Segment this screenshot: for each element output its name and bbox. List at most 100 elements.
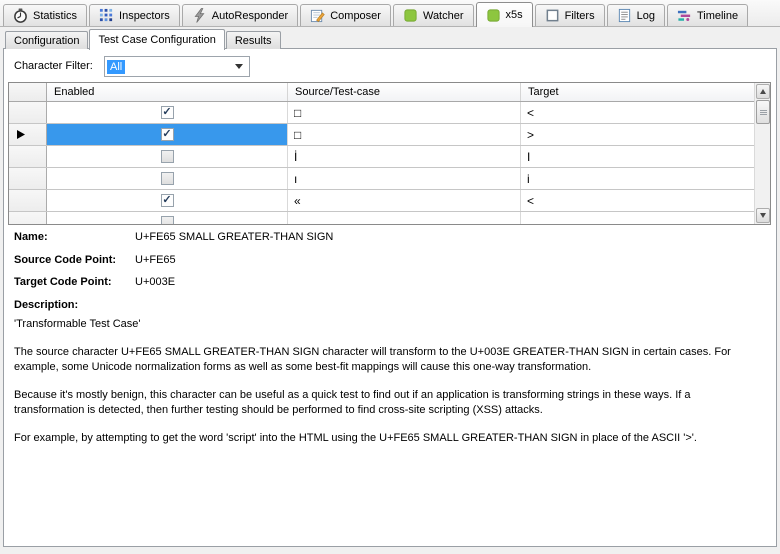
name-label: Name: (14, 230, 135, 244)
sub-tab-bar: ConfigurationTest Case ConfigurationResu… (5, 28, 282, 49)
scroll-up-button[interactable] (756, 84, 770, 99)
tab-watcher[interactable]: Watcher (393, 4, 474, 26)
target-code-point-row: Target Code Point:U+003E (14, 275, 175, 289)
enabled-checkbox[interactable] (161, 216, 174, 225)
target-cell: > (521, 124, 754, 145)
source-cell: « (288, 190, 521, 211)
checkbox-icon (545, 8, 560, 23)
description-paragraph: The source character U+FE65 SMALL GREATE… (14, 345, 762, 375)
enabled-checkbox[interactable] (161, 172, 174, 185)
tab-filters[interactable]: Filters (535, 4, 605, 26)
description-paragraph: Because it's mostly benign, this charact… (14, 388, 762, 418)
tab-label: Log (637, 10, 655, 22)
character-filter-value: All (107, 60, 125, 74)
target-column-header[interactable]: Target (521, 83, 754, 101)
enabled-cell[interactable]: ✓ (47, 102, 288, 123)
target-cell: < (521, 190, 754, 211)
enabled-cell[interactable] (47, 168, 288, 189)
table-row[interactable]: İI (9, 146, 770, 168)
scroll-down-button[interactable] (756, 208, 770, 223)
tab-label: Filters (565, 10, 595, 22)
enabled-cell[interactable]: ✓ (47, 190, 288, 211)
timeline-icon (677, 8, 692, 23)
target-cell: I (521, 146, 754, 167)
test-case-table: Enabled Source/Test-case Target ✓□<✓□>İI… (8, 82, 771, 225)
source-code-point-label: Source Code Point: (14, 253, 135, 267)
enabled-cell[interactable] (47, 146, 288, 167)
source-code-point-value: U+FE65 (135, 254, 176, 266)
subtab-configuration[interactable]: Configuration (5, 31, 88, 49)
enabled-checkbox[interactable]: ✓ (161, 128, 174, 141)
source-cell: ı (288, 168, 521, 189)
x5s-page: ConfigurationTest Case ConfigurationResu… (0, 27, 780, 554)
chevron-down-icon (235, 64, 243, 69)
enabled-checkbox[interactable]: ✓ (161, 106, 174, 119)
vertical-scrollbar[interactable] (754, 83, 770, 224)
source-cell: □ (288, 124, 521, 145)
clock-icon (13, 8, 28, 23)
source-cell (288, 212, 521, 225)
row-selector-cell (9, 124, 47, 145)
source-cell: İ (288, 146, 521, 167)
tab-statistics[interactable]: Statistics (3, 4, 87, 26)
log-icon (617, 8, 632, 23)
tab-x5s[interactable]: x5s (476, 2, 533, 27)
subtab-test-case-configuration[interactable]: Test Case Configuration (89, 29, 224, 50)
description-paragraphs: 'Transformable Test Case' The source char… (14, 317, 762, 446)
table-row[interactable] (9, 212, 770, 225)
target-code-point-value: U+003E (135, 276, 175, 288)
enabled-cell[interactable]: ✓ (47, 124, 288, 145)
tab-inspectors[interactable]: Inspectors (89, 4, 180, 26)
lightning-icon (192, 8, 207, 23)
scrollbar-thumb[interactable] (756, 100, 770, 124)
target-cell (521, 212, 754, 225)
table-row[interactable]: ıi (9, 168, 770, 190)
tab-label: Watcher (423, 10, 464, 22)
row-selector-cell (9, 212, 47, 225)
row-selector-cell (9, 168, 47, 189)
table-header: Enabled Source/Test-case Target (9, 83, 770, 102)
tab-label: Inspectors (119, 10, 170, 22)
tab-log[interactable]: Log (607, 4, 665, 26)
green-square-icon (486, 8, 501, 23)
source-code-point-row: Source Code Point:U+FE65 (14, 253, 176, 267)
test-case-configuration-panel: Character Filter: All Enabled Source/Tes… (3, 48, 777, 547)
row-selector-cell (9, 102, 47, 123)
description-paragraph: 'Transformable Test Case' (14, 317, 762, 332)
tab-label: AutoResponder (212, 10, 288, 22)
row-selector-cell (9, 190, 47, 211)
row-selector-header (9, 83, 47, 101)
compose-icon (310, 8, 325, 23)
table-body: ✓□<✓□>İIıi✓«< (9, 102, 770, 225)
main-tab-bar: Statistics Inspectors AutoResponder Compose… (0, 0, 780, 27)
description-label: Description: (14, 298, 135, 312)
source-column-header[interactable]: Source/Test-case (288, 83, 521, 101)
row-selector-cell (9, 146, 47, 167)
table-row[interactable]: ✓ □> (9, 124, 770, 146)
subtab-results[interactable]: Results (226, 31, 281, 49)
table-row[interactable]: ✓ «< (9, 190, 770, 212)
name-row: Name:U+FE65 SMALL GREATER-THAN SIGN (14, 230, 333, 244)
tab-autoresponder[interactable]: AutoResponder (182, 4, 298, 26)
tab-label: Timeline (697, 10, 738, 22)
enabled-cell[interactable] (47, 212, 288, 225)
table-row[interactable]: ✓ □< (9, 102, 770, 124)
green-square-icon (403, 8, 418, 23)
tab-composer[interactable]: Composer (300, 4, 391, 26)
tab-timeline[interactable]: Timeline (667, 4, 748, 26)
target-cell: i (521, 168, 754, 189)
character-filter-label: Character Filter: (14, 56, 93, 77)
enabled-checkbox[interactable] (161, 150, 174, 163)
name-value: U+FE65 SMALL GREATER-THAN SIGN (135, 231, 333, 243)
tab-label: Composer (330, 10, 381, 22)
character-filter-select[interactable]: All (104, 56, 250, 77)
grip-icon (760, 110, 767, 115)
arrow-down-icon (760, 213, 766, 218)
current-row-arrow-icon (17, 130, 25, 139)
enabled-checkbox[interactable]: ✓ (161, 194, 174, 207)
source-cell: □ (288, 102, 521, 123)
enabled-column-header[interactable]: Enabled (47, 83, 288, 101)
target-code-point-label: Target Code Point: (14, 275, 135, 289)
tab-label: Statistics (33, 10, 77, 22)
target-cell: < (521, 102, 754, 123)
